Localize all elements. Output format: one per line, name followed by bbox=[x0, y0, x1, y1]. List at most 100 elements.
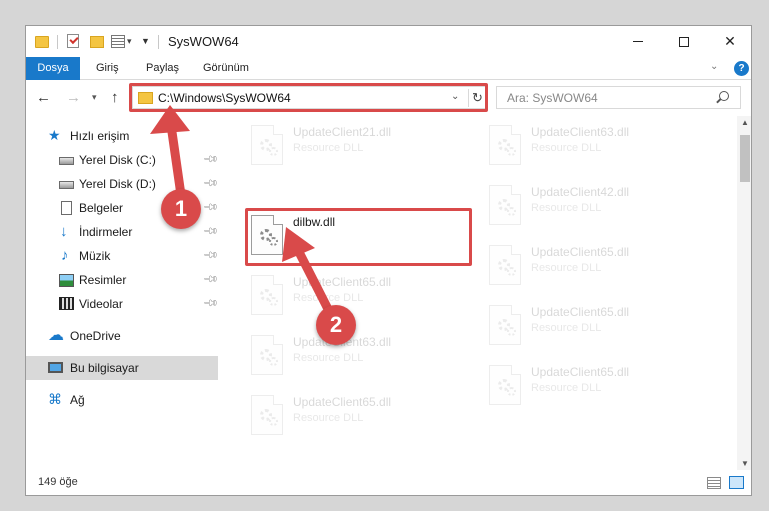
dll-file-icon bbox=[251, 275, 283, 315]
sidebar-item-label: Yerel Disk (C:) bbox=[79, 153, 156, 167]
dll-file-icon bbox=[489, 125, 521, 165]
recent-locations-icon[interactable]: ▾ bbox=[92, 92, 97, 103]
tiles-view-icon[interactable] bbox=[729, 476, 744, 489]
file-name: UpdateClient65.dll bbox=[531, 365, 630, 379]
file-name: UpdateClient42.dll bbox=[531, 185, 630, 199]
scroll-down-icon[interactable]: ▼ bbox=[741, 459, 749, 468]
help-icon[interactable]: ? bbox=[734, 61, 749, 76]
file-type: Resource DLL bbox=[293, 292, 364, 304]
gear-icon bbox=[507, 387, 516, 396]
document-icon bbox=[61, 201, 72, 215]
minimize-icon bbox=[633, 41, 643, 42]
pin-icon[interactable]: 📌︎ bbox=[202, 295, 219, 312]
search-icon[interactable] bbox=[719, 91, 729, 101]
status-bar: 149 öğe bbox=[26, 470, 751, 495]
search-input[interactable]: Ara: SysWOW64 bbox=[507, 91, 598, 105]
list-item[interactable]: UpdateClient65.dll Resource DLL bbox=[246, 271, 476, 321]
properties-icon[interactable] bbox=[111, 35, 125, 48]
tab-file[interactable]: Dosya bbox=[26, 57, 80, 80]
file-type: Resource DLL bbox=[531, 142, 602, 154]
separator bbox=[158, 35, 159, 49]
dll-file-icon bbox=[489, 185, 521, 225]
forward-arrow-icon[interactable]: → bbox=[66, 89, 81, 106]
maximize-button[interactable] bbox=[661, 26, 707, 57]
tab-home[interactable]: Giriş bbox=[86, 57, 129, 80]
scroll-thumb[interactable] bbox=[740, 135, 750, 182]
list-item[interactable]: UpdateClient63.dll Resource DLL bbox=[484, 121, 714, 171]
gear-icon bbox=[507, 327, 516, 336]
sidebar-item-label: İndirmeler bbox=[79, 225, 133, 239]
folder-icon bbox=[35, 36, 49, 48]
file-highlight-box bbox=[245, 208, 472, 266]
gear-icon bbox=[269, 357, 278, 366]
file-list: UpdateClient21.dll Resource DLL dilbw.dl… bbox=[226, 116, 738, 470]
minimize-button[interactable] bbox=[615, 26, 661, 57]
tab-share[interactable]: Paylaş bbox=[136, 57, 189, 80]
pin-icon[interactable]: 📌︎ bbox=[202, 223, 219, 240]
window-title: SysWOW64 bbox=[168, 34, 239, 49]
separator bbox=[57, 35, 58, 49]
dll-file-icon bbox=[489, 245, 521, 285]
properties-check-icon[interactable] bbox=[67, 34, 79, 48]
pictures-icon bbox=[59, 274, 74, 287]
drive-icon bbox=[59, 181, 74, 189]
sidebar-item-pictures[interactable]: Resimler 📌︎ bbox=[26, 268, 219, 292]
sidebar-item-label: Müzik bbox=[79, 249, 111, 263]
sidebar-item-this-pc[interactable]: Bu bilgisayar bbox=[26, 356, 218, 380]
sidebar-item-label: Ağ bbox=[70, 393, 85, 407]
list-item[interactable]: UpdateClient42.dll Resource DLL bbox=[484, 181, 714, 231]
close-icon: ✕ bbox=[724, 33, 736, 49]
sidebar-item-music[interactable]: ♪ Müzik 📌︎ bbox=[26, 244, 219, 268]
sidebar-item-local-disk-c[interactable]: Yerel Disk (C:) 📌︎ bbox=[26, 148, 219, 172]
pin-icon[interactable]: 📌︎ bbox=[202, 247, 219, 264]
title-bar: ▾ ▼ SysWOW64 ✕ bbox=[26, 26, 751, 57]
file-type: Resource DLL bbox=[531, 382, 602, 394]
scroll-up-icon[interactable]: ▲ bbox=[741, 118, 749, 127]
list-item[interactable]: UpdateClient65.dll Resource DLL bbox=[246, 391, 476, 441]
gear-icon bbox=[269, 417, 278, 426]
up-arrow-icon[interactable]: ↑ bbox=[111, 89, 119, 106]
chevron-down-icon[interactable]: ▾ bbox=[127, 36, 132, 52]
list-item[interactable]: UpdateClient21.dll Resource DLL bbox=[246, 121, 476, 171]
new-folder-icon[interactable] bbox=[90, 36, 104, 48]
navigation-pane: ★ Hızlı erişim Yerel Disk (C:) 📌︎ Yerel … bbox=[26, 116, 219, 470]
vertical-scrollbar[interactable]: ▲ ▼ bbox=[737, 116, 751, 470]
file-name: UpdateClient65.dll bbox=[531, 305, 630, 319]
list-item[interactable]: UpdateClient63.dll Resource DLL bbox=[246, 331, 476, 381]
pin-icon[interactable]: 📌︎ bbox=[202, 271, 219, 288]
sidebar-item-label: OneDrive bbox=[70, 329, 121, 343]
dll-file-icon bbox=[489, 305, 521, 345]
list-item[interactable]: UpdateClient65.dll Resource DLL bbox=[484, 301, 714, 351]
sidebar-item-quick-access[interactable]: ★ Hızlı erişim bbox=[26, 124, 218, 148]
sidebar-item-network[interactable]: ⌘ Ağ bbox=[26, 388, 218, 412]
dll-file-icon bbox=[251, 335, 283, 375]
pin-icon[interactable]: 📌︎ bbox=[202, 199, 219, 216]
list-item[interactable]: UpdateClient65.dll Resource DLL bbox=[484, 361, 714, 411]
star-icon: ★ bbox=[48, 127, 61, 143]
search-box[interactable]: Ara: SysWOW64 bbox=[496, 86, 741, 109]
customize-toolbar-icon[interactable]: ▼ bbox=[141, 36, 150, 52]
back-arrow-icon[interactable]: ← bbox=[36, 89, 51, 106]
sidebar-item-videos[interactable]: Videolar 📌︎ bbox=[26, 292, 219, 316]
list-item[interactable]: UpdateClient65.dll Resource DLL bbox=[484, 241, 714, 291]
dll-file-icon bbox=[251, 125, 283, 165]
file-name: UpdateClient63.dll bbox=[531, 125, 630, 139]
explorer-window: ▾ ▼ SysWOW64 ✕ Dosya Giriş Paylaş Görünü… bbox=[25, 25, 752, 496]
pin-icon[interactable]: 📌︎ bbox=[202, 175, 219, 192]
close-button[interactable]: ✕ bbox=[707, 26, 751, 57]
gear-icon bbox=[507, 267, 516, 276]
gear-icon bbox=[507, 207, 516, 216]
pin-icon[interactable]: 📌︎ bbox=[202, 151, 219, 168]
details-view-icon[interactable] bbox=[707, 477, 721, 489]
expand-ribbon-icon[interactable]: ⌄ bbox=[710, 61, 718, 72]
file-name: UpdateClient21.dll bbox=[293, 125, 392, 139]
file-type: Resource DLL bbox=[531, 202, 602, 214]
sidebar-item-label: Yerel Disk (D:) bbox=[79, 177, 156, 191]
sidebar-item-onedrive[interactable]: ☁ OneDrive bbox=[26, 324, 218, 348]
item-count: 149 öğe bbox=[38, 476, 78, 488]
download-icon: ↓ bbox=[60, 223, 68, 240]
tab-view[interactable]: Görünüm bbox=[193, 57, 259, 80]
video-icon bbox=[59, 297, 74, 310]
step-marker-1: 1 bbox=[161, 189, 201, 229]
gear-icon bbox=[507, 147, 516, 156]
